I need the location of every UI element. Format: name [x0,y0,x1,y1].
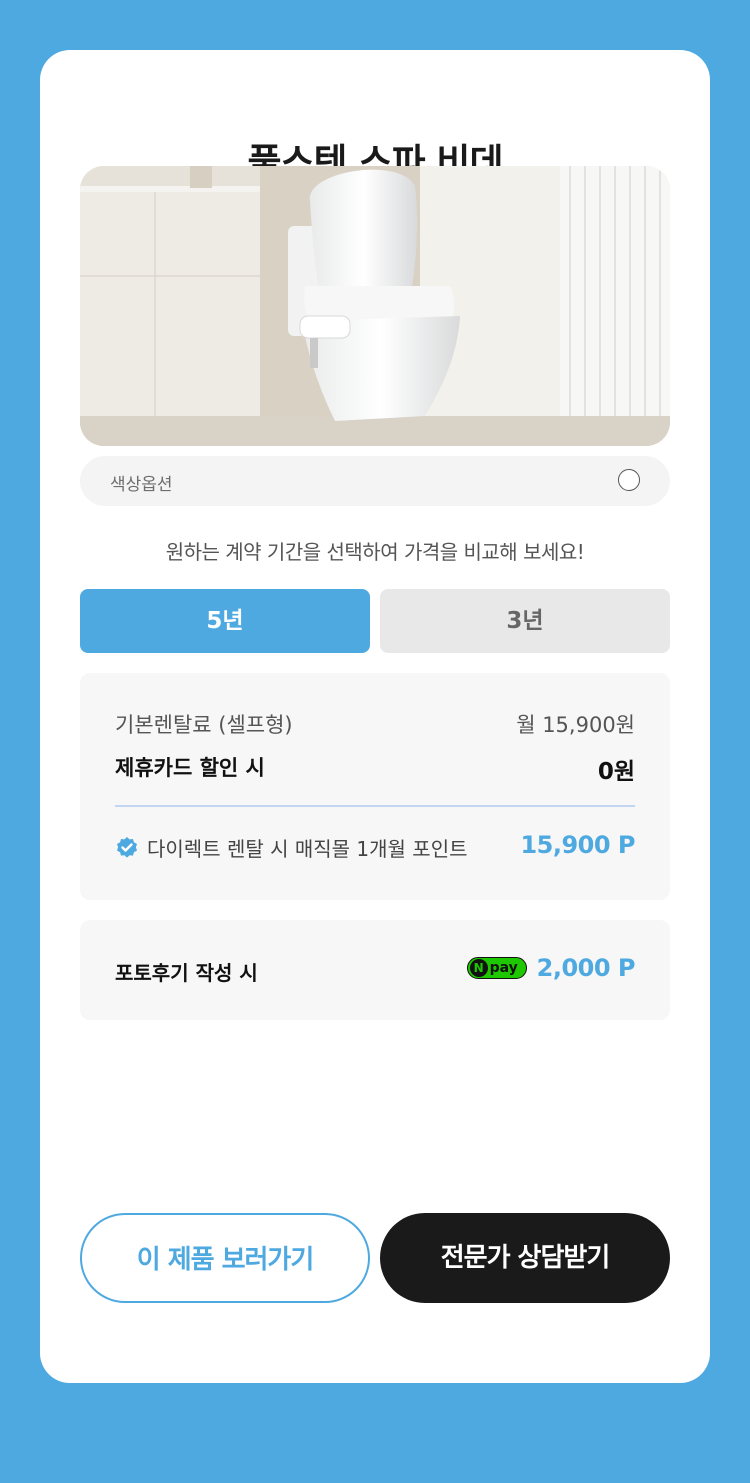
point-label: 다이렉트 렌탈 시 매직몰 1개월 포인트 [147,837,468,861]
point-value: 15,900 P [520,831,635,859]
bidet-photo [80,166,670,446]
photo-review-points: 2,000 P [536,954,636,982]
photo-review-label: 포토후기 작성 시 [115,961,258,985]
divider [115,805,635,807]
expert-consult-button[interactable]: 전문가 상담받기 [380,1213,670,1303]
color-option-label: 색상옵션 [110,475,173,495]
contract-period-hint: 원하는 계약 기간을 선택하여 가격을 비교해 보세요! [165,540,585,564]
tab-3-years[interactable]: 3년 [380,589,670,653]
color-option-selector[interactable]: 색상옵션 [80,456,670,506]
color-radio-button[interactable] [618,469,640,491]
npay-badge-icon: N pay [466,957,527,979]
card-discount-price: 0원 [597,759,635,785]
view-product-button[interactable]: 이 제품 보러가기 [80,1213,370,1303]
photo-review-panel: 포토후기 작성 시 N pay 2,000 P [80,920,670,1020]
npay-badge-text: pay [489,960,518,976]
product-image [80,166,670,446]
card-discount-label: 제휴카드 할인 시 [115,756,265,780]
verified-check-icon [117,836,137,858]
tab-5-years[interactable]: 5년 [80,589,370,653]
base-rental-price: 월 15,900원 [516,713,635,737]
pricing-panel: 기본렌탈료 (셀프형) 월 15,900원 제휴카드 할인 시 0원 다이렉트 … [80,673,670,900]
product-card: 풀스텐 스파 비데 색상옵션 원하는 계약 기간을 선택하여 가격을 비교해 보… [40,50,710,1383]
npay-n-logo: N [469,959,488,977]
base-rental-label: 기본렌탈료 (셀프형) [115,713,293,737]
